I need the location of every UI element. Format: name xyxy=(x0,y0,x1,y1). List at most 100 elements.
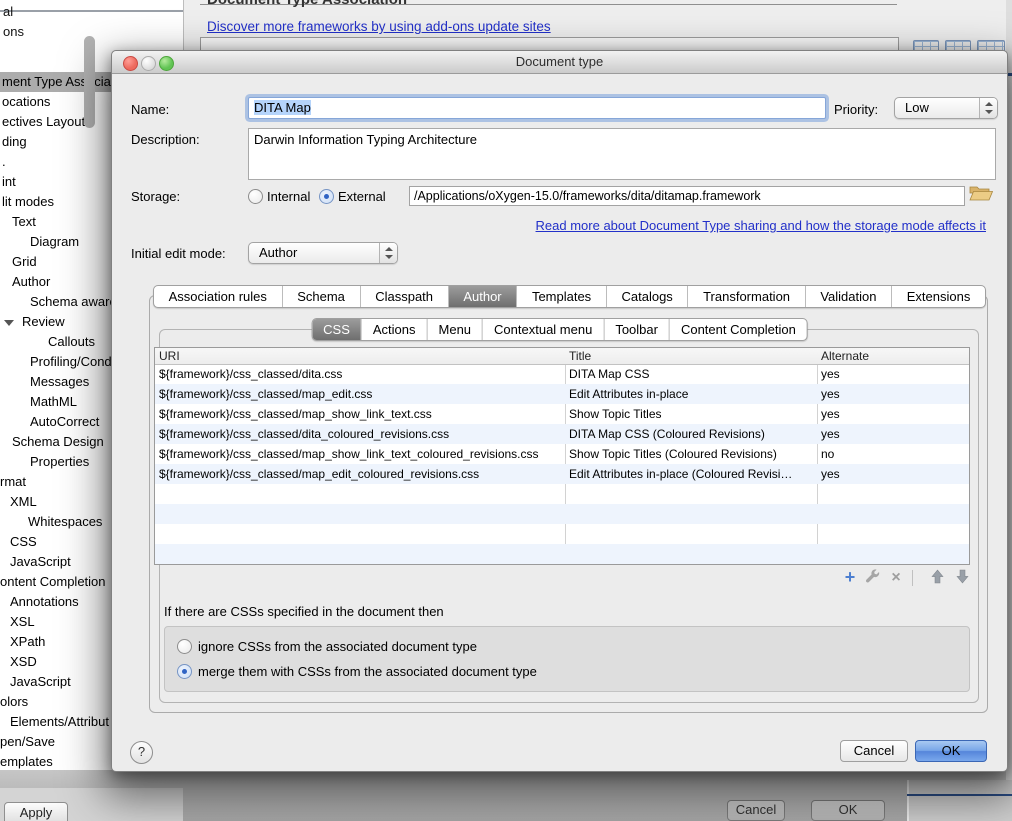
sidebar-item-label: CSS xyxy=(0,534,37,549)
table-cell: ${framework}/css_classed/map_edit.css xyxy=(159,384,563,404)
sidebar-item-label: AutoCorrect xyxy=(0,414,99,429)
tab-css[interactable]: CSS xyxy=(312,319,361,340)
table-empty-row[interactable] xyxy=(155,544,969,564)
storage-external-label[interactable]: External xyxy=(338,189,386,204)
table-row[interactable]: ${framework}/css_classed/map_show_link_t… xyxy=(155,404,969,424)
section-heading: Document Type Association xyxy=(207,0,407,8)
document-type-dialog: Document type Name: DITA Map Priority: L… xyxy=(111,50,1008,772)
tab-transformation[interactable]: Transformation xyxy=(687,286,804,307)
tab-catalogs[interactable]: Catalogs xyxy=(606,286,688,307)
discover-frameworks-link[interactable]: Discover more frameworks by using add-on… xyxy=(207,19,551,34)
sidebar-item-label: MathML xyxy=(0,394,77,409)
sidebar-item-label: emplates xyxy=(0,754,53,769)
storage-internal-label[interactable]: Internal xyxy=(267,189,310,204)
tab-association-rules[interactable]: Association rules xyxy=(154,286,282,307)
screen: Document Type Association Discover more … xyxy=(0,0,1012,821)
table-cell: ${framework}/css_classed/map_edit_colour… xyxy=(159,464,563,484)
background-cancel-button[interactable]: Cancel xyxy=(727,800,785,821)
sidebar-item-label: ding xyxy=(0,134,27,149)
sidebar-item-label: Whitespaces xyxy=(0,514,102,529)
tab-classpath[interactable]: Classpath xyxy=(360,286,448,307)
name-label: Name: xyxy=(131,102,169,117)
css-question-label: If there are CSSs specified in the docum… xyxy=(164,604,444,619)
sidebar-item-label: Profiling/Cond xyxy=(0,354,112,369)
column-header[interactable]: Title xyxy=(569,348,591,364)
sidebar-scrollbar[interactable] xyxy=(84,36,95,128)
sidebar-item-label: Properties xyxy=(0,454,89,469)
edit-mode-value: Author xyxy=(259,245,297,260)
disclosure-triangle-icon[interactable] xyxy=(4,320,14,326)
description-label: Description: xyxy=(131,132,200,147)
table-row[interactable]: ${framework}/css_classed/map_show_link_t… xyxy=(155,444,969,464)
name-value-selected-text: DITA Map xyxy=(254,100,311,115)
priority-value: Low xyxy=(905,100,929,115)
edit-mode-select[interactable]: Author xyxy=(248,242,398,264)
add-icon[interactable]: + xyxy=(841,569,859,587)
storage-path-input[interactable]: /Applications/oXygen-15.0/frameworks/dit… xyxy=(409,186,965,206)
sidebar-item-label: Schema aware xyxy=(0,294,117,309)
tab-extensions[interactable]: Extensions xyxy=(891,286,985,307)
author-subtab-bar: CSSActionsMenuContextual menuToolbarCont… xyxy=(311,318,808,341)
delete-icon[interactable]: × xyxy=(887,569,905,587)
storage-internal-radio[interactable] xyxy=(248,189,263,204)
name-input[interactable]: DITA Map xyxy=(248,97,826,119)
move-up-icon[interactable] xyxy=(928,569,946,587)
table-empty-row[interactable] xyxy=(155,484,969,504)
help-button[interactable]: ? xyxy=(130,741,153,764)
toolbar-separator xyxy=(912,570,913,586)
css-options-panel: ignore CSSs from the associated document… xyxy=(164,626,970,692)
description-textarea[interactable]: Darwin Information Typing Architecture xyxy=(248,128,996,180)
table-empty-row[interactable] xyxy=(155,504,969,524)
sidebar-item[interactable]: al xyxy=(3,2,173,22)
column-header[interactable]: URI xyxy=(159,348,180,364)
edit-wrench-icon[interactable] xyxy=(864,569,882,587)
storage-mode-link[interactable]: Read more about Document Type sharing an… xyxy=(536,218,986,233)
tab-menu[interactable]: Menu xyxy=(427,319,483,340)
storage-label: Storage: xyxy=(131,189,180,204)
column-header[interactable]: Alternate xyxy=(821,348,869,364)
table-cell: Edit Attributes in-place xyxy=(569,384,815,404)
tab-schema[interactable]: Schema xyxy=(282,286,360,307)
tab-validation[interactable]: Validation xyxy=(805,286,891,307)
priority-select[interactable]: Low xyxy=(894,97,998,119)
ignore-css-option[interactable]: ignore CSSs from the associated document… xyxy=(177,639,477,655)
background-divider-line xyxy=(907,794,1012,796)
sidebar-item-label: JavaScript xyxy=(0,554,71,569)
sidebar-item-label: ocations xyxy=(0,94,50,109)
stepper-arrows-icon[interactable] xyxy=(379,243,397,263)
dialog-tab-bar: Association rulesSchemaClasspathAuthorTe… xyxy=(153,285,986,308)
table-row[interactable]: ${framework}/css_classed/dita.cssDITA Ma… xyxy=(155,364,969,384)
storage-external-radio[interactable] xyxy=(319,189,334,204)
background-ok-button[interactable]: OK xyxy=(811,800,885,821)
tab-author[interactable]: Author xyxy=(448,286,517,307)
table-row[interactable]: ${framework}/css_classed/dita_coloured_r… xyxy=(155,424,969,444)
table-row[interactable]: ${framework}/css_classed/map_edit.css Edi… xyxy=(155,384,969,404)
ignore-css-radio[interactable] xyxy=(177,639,192,654)
sidebar-item-label: XSD xyxy=(0,654,37,669)
tab-templates[interactable]: Templates xyxy=(516,286,606,307)
sidebar-item-label: Callouts xyxy=(0,334,95,349)
apply-button[interactable]: Apply xyxy=(4,802,68,821)
tab-toolbar[interactable]: Toolbar xyxy=(603,319,669,340)
tab-actions[interactable]: Actions xyxy=(361,319,427,340)
table-cell: yes xyxy=(821,364,965,384)
priority-label: Priority: xyxy=(834,102,878,117)
tab-content-completion[interactable]: Content Completion xyxy=(669,319,807,340)
folder-browse-icon[interactable] xyxy=(969,183,993,205)
dialog-titlebar[interactable]: Document type xyxy=(112,51,1007,74)
table-cell: DITA Map CSS xyxy=(569,364,815,384)
table-row[interactable]: ${framework}/css_classed/map_edit_colour… xyxy=(155,464,969,484)
table-cell: yes xyxy=(821,384,965,404)
table-cell: yes xyxy=(821,464,965,484)
ok-button[interactable]: OK xyxy=(915,740,987,762)
merge-css-radio[interactable] xyxy=(177,664,192,679)
tab-contextual-menu[interactable]: Contextual menu xyxy=(482,319,603,340)
edit-mode-label: Initial edit mode: xyxy=(131,246,226,261)
sidebar-item-label: int xyxy=(0,174,16,189)
stepper-arrows-icon[interactable] xyxy=(979,98,997,118)
merge-css-option[interactable]: merge them with CSSs from the associated… xyxy=(177,664,537,680)
table-cell: ${framework}/css_classed/map_show_link_t… xyxy=(159,404,563,424)
move-down-icon[interactable] xyxy=(953,569,971,587)
cancel-button[interactable]: Cancel xyxy=(840,740,908,762)
table-empty-row[interactable] xyxy=(155,524,969,544)
